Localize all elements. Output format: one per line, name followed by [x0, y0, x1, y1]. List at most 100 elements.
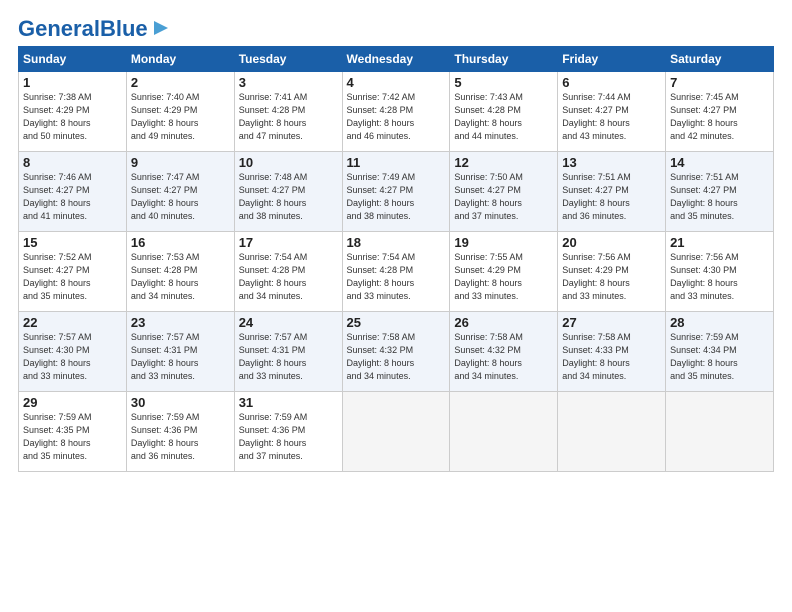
day-info: Sunrise: 7:59 AM Sunset: 4:36 PM Dayligh… — [131, 411, 230, 463]
day-number: 4 — [347, 75, 446, 90]
day-number: 13 — [562, 155, 661, 170]
day-cell: 3Sunrise: 7:41 AM Sunset: 4:28 PM Daylig… — [234, 72, 342, 152]
day-number: 14 — [670, 155, 769, 170]
day-cell: 28Sunrise: 7:59 AM Sunset: 4:34 PM Dayli… — [666, 312, 774, 392]
day-cell: 7Sunrise: 7:45 AM Sunset: 4:27 PM Daylig… — [666, 72, 774, 152]
day-cell: 27Sunrise: 7:58 AM Sunset: 4:33 PM Dayli… — [558, 312, 666, 392]
day-number: 16 — [131, 235, 230, 250]
day-cell: 20Sunrise: 7:56 AM Sunset: 4:29 PM Dayli… — [558, 232, 666, 312]
day-number: 30 — [131, 395, 230, 410]
day-cell: 10Sunrise: 7:48 AM Sunset: 4:27 PM Dayli… — [234, 152, 342, 232]
day-cell: 6Sunrise: 7:44 AM Sunset: 4:27 PM Daylig… — [558, 72, 666, 152]
day-number: 2 — [131, 75, 230, 90]
day-number: 1 — [23, 75, 122, 90]
day-number: 8 — [23, 155, 122, 170]
day-info: Sunrise: 7:41 AM Sunset: 4:28 PM Dayligh… — [239, 91, 338, 143]
col-header-tuesday: Tuesday — [234, 47, 342, 72]
day-info: Sunrise: 7:59 AM Sunset: 4:36 PM Dayligh… — [239, 411, 338, 463]
day-number: 26 — [454, 315, 553, 330]
day-number: 11 — [347, 155, 446, 170]
day-info: Sunrise: 7:57 AM Sunset: 4:30 PM Dayligh… — [23, 331, 122, 383]
day-number: 9 — [131, 155, 230, 170]
day-number: 21 — [670, 235, 769, 250]
day-cell: 8Sunrise: 7:46 AM Sunset: 4:27 PM Daylig… — [19, 152, 127, 232]
day-number: 31 — [239, 395, 338, 410]
page: GeneralBlue SundayMondayTuesdayWednesday… — [0, 0, 792, 482]
col-header-saturday: Saturday — [666, 47, 774, 72]
day-info: Sunrise: 7:47 AM Sunset: 4:27 PM Dayligh… — [131, 171, 230, 223]
day-info: Sunrise: 7:38 AM Sunset: 4:29 PM Dayligh… — [23, 91, 122, 143]
day-cell: 30Sunrise: 7:59 AM Sunset: 4:36 PM Dayli… — [126, 392, 234, 472]
day-cell: 25Sunrise: 7:58 AM Sunset: 4:32 PM Dayli… — [342, 312, 450, 392]
day-cell: 29Sunrise: 7:59 AM Sunset: 4:35 PM Dayli… — [19, 392, 127, 472]
logo: GeneralBlue — [18, 18, 172, 40]
week-row-5: 29Sunrise: 7:59 AM Sunset: 4:35 PM Dayli… — [19, 392, 774, 472]
day-number: 18 — [347, 235, 446, 250]
day-info: Sunrise: 7:57 AM Sunset: 4:31 PM Dayligh… — [239, 331, 338, 383]
day-cell: 22Sunrise: 7:57 AM Sunset: 4:30 PM Dayli… — [19, 312, 127, 392]
day-cell: 24Sunrise: 7:57 AM Sunset: 4:31 PM Dayli… — [234, 312, 342, 392]
day-number: 28 — [670, 315, 769, 330]
day-cell: 23Sunrise: 7:57 AM Sunset: 4:31 PM Dayli… — [126, 312, 234, 392]
header: GeneralBlue — [18, 18, 774, 40]
day-cell: 11Sunrise: 7:49 AM Sunset: 4:27 PM Dayli… — [342, 152, 450, 232]
day-number: 19 — [454, 235, 553, 250]
day-number: 5 — [454, 75, 553, 90]
day-cell: 13Sunrise: 7:51 AM Sunset: 4:27 PM Dayli… — [558, 152, 666, 232]
day-info: Sunrise: 7:58 AM Sunset: 4:32 PM Dayligh… — [347, 331, 446, 383]
day-number: 25 — [347, 315, 446, 330]
day-info: Sunrise: 7:57 AM Sunset: 4:31 PM Dayligh… — [131, 331, 230, 383]
day-number: 10 — [239, 155, 338, 170]
day-cell: 18Sunrise: 7:54 AM Sunset: 4:28 PM Dayli… — [342, 232, 450, 312]
day-number: 7 — [670, 75, 769, 90]
day-info: Sunrise: 7:58 AM Sunset: 4:33 PM Dayligh… — [562, 331, 661, 383]
day-info: Sunrise: 7:52 AM Sunset: 4:27 PM Dayligh… — [23, 251, 122, 303]
day-info: Sunrise: 7:54 AM Sunset: 4:28 PM Dayligh… — [239, 251, 338, 303]
day-info: Sunrise: 7:40 AM Sunset: 4:29 PM Dayligh… — [131, 91, 230, 143]
col-header-friday: Friday — [558, 47, 666, 72]
logo-general: General — [18, 16, 100, 41]
day-cell: 15Sunrise: 7:52 AM Sunset: 4:27 PM Dayli… — [19, 232, 127, 312]
day-info: Sunrise: 7:53 AM Sunset: 4:28 PM Dayligh… — [131, 251, 230, 303]
day-info: Sunrise: 7:49 AM Sunset: 4:27 PM Dayligh… — [347, 171, 446, 223]
day-cell — [342, 392, 450, 472]
col-header-thursday: Thursday — [450, 47, 558, 72]
logo-icon — [150, 17, 172, 39]
day-number: 22 — [23, 315, 122, 330]
day-cell: 12Sunrise: 7:50 AM Sunset: 4:27 PM Dayli… — [450, 152, 558, 232]
day-cell: 16Sunrise: 7:53 AM Sunset: 4:28 PM Dayli… — [126, 232, 234, 312]
day-info: Sunrise: 7:55 AM Sunset: 4:29 PM Dayligh… — [454, 251, 553, 303]
day-info: Sunrise: 7:58 AM Sunset: 4:32 PM Dayligh… — [454, 331, 553, 383]
day-cell — [450, 392, 558, 472]
logo-blue: Blue — [100, 16, 148, 41]
day-cell: 1Sunrise: 7:38 AM Sunset: 4:29 PM Daylig… — [19, 72, 127, 152]
day-cell: 5Sunrise: 7:43 AM Sunset: 4:28 PM Daylig… — [450, 72, 558, 152]
calendar-table: SundayMondayTuesdayWednesdayThursdayFrid… — [18, 46, 774, 472]
day-info: Sunrise: 7:48 AM Sunset: 4:27 PM Dayligh… — [239, 171, 338, 223]
day-number: 29 — [23, 395, 122, 410]
day-cell — [558, 392, 666, 472]
day-info: Sunrise: 7:56 AM Sunset: 4:30 PM Dayligh… — [670, 251, 769, 303]
day-number: 6 — [562, 75, 661, 90]
day-info: Sunrise: 7:51 AM Sunset: 4:27 PM Dayligh… — [562, 171, 661, 223]
day-cell: 4Sunrise: 7:42 AM Sunset: 4:28 PM Daylig… — [342, 72, 450, 152]
day-info: Sunrise: 7:51 AM Sunset: 4:27 PM Dayligh… — [670, 171, 769, 223]
header-row: SundayMondayTuesdayWednesdayThursdayFrid… — [19, 47, 774, 72]
day-number: 12 — [454, 155, 553, 170]
day-cell: 17Sunrise: 7:54 AM Sunset: 4:28 PM Dayli… — [234, 232, 342, 312]
day-info: Sunrise: 7:45 AM Sunset: 4:27 PM Dayligh… — [670, 91, 769, 143]
col-header-monday: Monday — [126, 47, 234, 72]
day-number: 23 — [131, 315, 230, 330]
day-info: Sunrise: 7:42 AM Sunset: 4:28 PM Dayligh… — [347, 91, 446, 143]
day-number: 24 — [239, 315, 338, 330]
day-cell — [666, 392, 774, 472]
day-cell: 9Sunrise: 7:47 AM Sunset: 4:27 PM Daylig… — [126, 152, 234, 232]
day-info: Sunrise: 7:46 AM Sunset: 4:27 PM Dayligh… — [23, 171, 122, 223]
week-row-2: 8Sunrise: 7:46 AM Sunset: 4:27 PM Daylig… — [19, 152, 774, 232]
day-info: Sunrise: 7:44 AM Sunset: 4:27 PM Dayligh… — [562, 91, 661, 143]
week-row-1: 1Sunrise: 7:38 AM Sunset: 4:29 PM Daylig… — [19, 72, 774, 152]
day-info: Sunrise: 7:54 AM Sunset: 4:28 PM Dayligh… — [347, 251, 446, 303]
day-number: 17 — [239, 235, 338, 250]
day-cell: 31Sunrise: 7:59 AM Sunset: 4:36 PM Dayli… — [234, 392, 342, 472]
day-info: Sunrise: 7:50 AM Sunset: 4:27 PM Dayligh… — [454, 171, 553, 223]
